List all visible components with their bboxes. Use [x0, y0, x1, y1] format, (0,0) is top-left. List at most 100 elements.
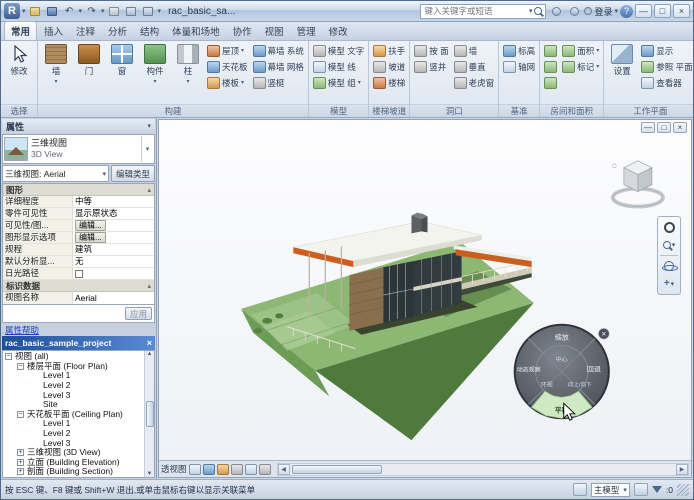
ref-plane-button[interactable]: 参照 平面: [640, 59, 693, 74]
prop-value[interactable]: 建筑: [73, 244, 154, 255]
collapse-icon[interactable]: −: [17, 363, 24, 370]
redo-button[interactable]: ↷: [84, 4, 99, 18]
room-button[interactable]: [543, 43, 558, 58]
shadows-icon[interactable]: [231, 464, 243, 475]
3d-view-button[interactable]: [141, 4, 156, 18]
steering-wheel[interactable]: 缩放 回退 动态观察 平移 中心 环视 向上/向下 ×: [515, 325, 610, 418]
edit-button[interactable]: 编辑...: [75, 220, 106, 231]
tree-node-ceiling-level1[interactable]: Level 1: [3, 419, 144, 429]
prop-value[interactable]: 中等: [73, 196, 154, 207]
section-graphics[interactable]: 图形 ▴: [3, 184, 154, 196]
opening-by-face-button[interactable]: 按 面: [413, 43, 449, 58]
pan-tool-button[interactable]: +▾: [659, 276, 679, 292]
scroll-thumb[interactable]: [292, 465, 382, 474]
tab-insert[interactable]: 插入: [38, 22, 69, 40]
grid-button[interactable]: 轴网: [502, 59, 536, 74]
panel-label-datum[interactable]: 基准: [499, 104, 539, 117]
model-text-button[interactable]: 模型 文字: [312, 43, 365, 58]
tab-analyze[interactable]: 分析: [102, 22, 133, 40]
wheel-updown[interactable]: 向上/向下: [568, 380, 592, 388]
scroll-down-icon[interactable]: ▼: [147, 471, 153, 477]
tree-node-sections[interactable]: +剖面 (Building Section): [3, 467, 144, 477]
vertical-opening-button[interactable]: 垂直: [453, 59, 496, 74]
tree-node-ceiling-level2[interactable]: Level 2: [3, 429, 144, 439]
tab-annotate[interactable]: 注释: [70, 22, 101, 40]
level-button[interactable]: 标高: [502, 43, 536, 58]
type-selector[interactable]: 三维视图 3D View ▾: [2, 134, 155, 164]
application-menu-button[interactable]: R: [4, 3, 20, 19]
crop-view-icon[interactable]: [245, 464, 257, 475]
collapse-icon[interactable]: −: [17, 411, 24, 418]
set-work-plane-button[interactable]: 设置: [607, 43, 637, 78]
prop-value[interactable]: Aerial: [73, 292, 154, 304]
favorites-button[interactable]: [566, 4, 582, 18]
tree-node-level2[interactable]: Level 2: [3, 381, 144, 391]
print-button[interactable]: [107, 4, 122, 18]
wheel-close-icon[interactable]: ×: [601, 330, 606, 339]
save-button[interactable]: [45, 4, 60, 18]
window-button[interactable]: 窗: [107, 43, 137, 78]
curtain-system-button[interactable]: 幕墙 系统: [252, 43, 305, 58]
visual-style-icon[interactable]: [203, 464, 215, 475]
infocenter-search[interactable]: ▾: [420, 4, 546, 19]
wall-opening-button[interactable]: 墙: [453, 43, 496, 58]
wheel-look[interactable]: 环视: [541, 380, 553, 388]
minimize-button[interactable]: —: [635, 4, 652, 18]
show-work-plane-button[interactable]: 显示: [640, 43, 693, 58]
tree-node-floor-plans[interactable]: −楼层平面 (Floor Plan): [3, 362, 144, 372]
application-menu-caret-icon[interactable]: ▾: [22, 7, 26, 15]
tag-button[interactable]: 标记 ▾: [561, 59, 600, 74]
panel-label-circulation[interactable]: 楼梯坡道: [369, 104, 409, 117]
instance-select[interactable]: 三维视图: Aerial ▾: [2, 165, 109, 182]
resize-grip[interactable]: [677, 484, 689, 496]
crop-region-icon[interactable]: [259, 464, 271, 475]
railing-button[interactable]: 扶手: [372, 43, 406, 58]
viewport-3d[interactable]: — □ ×: [159, 120, 691, 460]
open-button[interactable]: [28, 4, 43, 18]
design-option-select[interactable]: 主模型 ▾: [591, 483, 630, 497]
panel-label-room-area[interactable]: 房间和面积: [540, 104, 603, 117]
column-button[interactable]: 柱 ▾: [173, 43, 203, 86]
communication-center-button[interactable]: [548, 4, 564, 18]
model-group-button[interactable]: 模型 组 ▾: [312, 75, 365, 90]
browser-close-icon[interactable]: ×: [147, 338, 152, 348]
sign-in-button[interactable]: 登录 ▾: [584, 5, 618, 18]
view-cube[interactable]: ⌂: [612, 161, 663, 207]
search-icon[interactable]: [534, 7, 542, 15]
qat-customize-caret-icon[interactable]: ▾: [158, 7, 162, 15]
properties-help-link[interactable]: 属性帮助: [5, 324, 39, 336]
scale-button[interactable]: 透视图: [161, 463, 187, 475]
scroll-thumb[interactable]: [146, 401, 154, 427]
roof-button[interactable]: 屋顶 ▾: [206, 43, 249, 58]
view-restore-button[interactable]: □: [657, 122, 671, 133]
modify-button[interactable]: 修改: [4, 43, 34, 78]
properties-menu-caret-icon[interactable]: ▾: [147, 122, 151, 130]
view-close-button[interactable]: ×: [673, 122, 687, 133]
sun-path-icon[interactable]: [217, 464, 229, 475]
edit-button[interactable]: 编辑...: [75, 232, 106, 243]
orbit-tool-button[interactable]: [659, 258, 679, 274]
model-line-button[interactable]: 模型 线: [312, 59, 365, 74]
collapse-icon[interactable]: −: [5, 353, 12, 360]
editable-only-icon[interactable]: [634, 483, 648, 496]
wheel-center[interactable]: 中心: [556, 356, 568, 364]
search-caret-icon[interactable]: ▾: [529, 7, 533, 15]
scroll-right-icon[interactable]: ▶: [676, 464, 688, 475]
home-icon[interactable]: ⌂: [612, 161, 617, 170]
tab-massing-site[interactable]: 体量和场地: [166, 22, 226, 40]
project-browser-header[interactable]: rac_basic_sample_project ×: [2, 336, 155, 350]
filter-icon[interactable]: [652, 486, 662, 493]
redo-caret-icon[interactable]: ▾: [101, 7, 105, 15]
sun-path-checkbox[interactable]: [75, 270, 83, 278]
prop-value[interactable]: 无: [73, 256, 154, 267]
viewer-button[interactable]: 查看器: [640, 75, 693, 90]
floor-button[interactable]: 楼板 ▾: [206, 75, 249, 90]
help-button[interactable]: ?: [620, 5, 633, 18]
color-scheme-button[interactable]: [543, 75, 558, 90]
horizontal-scrollbar[interactable]: ◀ ▶: [277, 463, 689, 476]
wheel-rewind[interactable]: 回退: [587, 365, 601, 374]
door-button[interactable]: 门: [74, 43, 104, 78]
wall-button[interactable]: 墙 ▾: [41, 43, 71, 86]
prop-value[interactable]: 显示原状态: [73, 208, 154, 219]
maximize-button[interactable]: □: [654, 4, 671, 18]
